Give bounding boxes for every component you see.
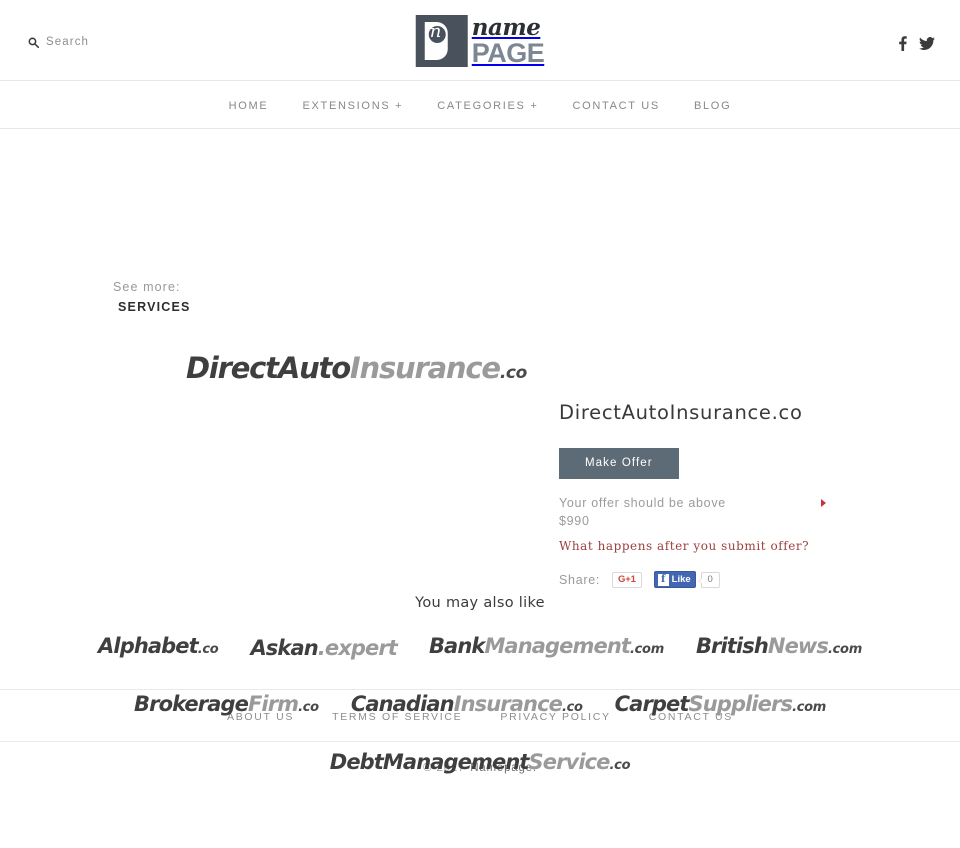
- search-label: Search: [46, 36, 90, 48]
- share-row: Share: G+1 f Like 0: [559, 571, 919, 588]
- wordmark-part: .co: [561, 700, 583, 715]
- wordmark-part: Brokerage: [134, 692, 249, 716]
- wordmark-part: .com: [792, 700, 826, 715]
- wordmark-part: Askan: [250, 636, 318, 660]
- logo-bold-word: PAGE: [471, 37, 545, 68]
- google-plus-share-button[interactable]: G+1: [612, 571, 642, 588]
- facebook-icon: f: [657, 573, 669, 586]
- wordmark-part: Management: [484, 634, 631, 658]
- offer-note-amount: $990: [559, 514, 590, 528]
- wordmark-part: Direct: [186, 351, 279, 385]
- see-more-category-link[interactable]: SERVICES: [118, 300, 191, 314]
- nav-item: HOME: [229, 96, 269, 114]
- nav-list: HOME EXTENSIONS + CATEGORIES + CONTACT U…: [212, 96, 749, 114]
- site-logo[interactable]: n name PAGE: [415, 12, 545, 70]
- logo-mark-icon: n: [415, 15, 468, 67]
- wordmark-part: DebtManagement: [329, 750, 530, 774]
- related-domain-link[interactable]: CanadianInsurance.co: [351, 687, 583, 725]
- related-domain-link[interactable]: CarpetSuppliers.com: [614, 687, 827, 725]
- wordmark-part: British: [695, 634, 769, 658]
- nav-link-home[interactable]: HOME: [229, 100, 269, 112]
- site-header: Search n name PAGE: [0, 0, 960, 81]
- wordmark-part: News: [767, 634, 829, 658]
- search-button[interactable]: Search: [28, 36, 89, 48]
- related-domain-link[interactable]: DebtManagementService.co: [329, 745, 631, 783]
- logo-wordmark: name PAGE: [472, 16, 545, 67]
- nav-item: CONTACT US: [572, 96, 660, 114]
- wordmark-part: .co: [197, 642, 219, 657]
- wordmark-part: .com: [630, 642, 664, 657]
- related-domain-link[interactable]: Alphabet.co: [98, 629, 219, 667]
- what-happens-link[interactable]: What happens after you submit offer?: [559, 539, 919, 553]
- facebook-like-count: 0: [697, 571, 720, 588]
- wordmark-part: Insurance: [453, 692, 563, 716]
- facebook-like-label: Like: [671, 574, 691, 585]
- wordmark-part: Firm: [247, 692, 299, 716]
- arrow-right-icon: [821, 499, 826, 507]
- wordmark-part: .expert: [317, 636, 398, 660]
- page-content: See more: SERVICES DirectAutoInsurance.c…: [0, 129, 960, 774]
- wordmark-part: .co: [298, 700, 319, 715]
- nav-link-categories[interactable]: CATEGORIES +: [437, 100, 538, 112]
- nav-link-blog[interactable]: BLOG: [694, 100, 731, 112]
- main-navigation: HOME EXTENSIONS + CATEGORIES + CONTACT U…: [0, 81, 960, 129]
- also-like-heading: You may also like: [415, 595, 545, 611]
- related-domain-link[interactable]: BritishNews.com: [696, 629, 862, 667]
- domain-hero-logo: DirectAutoInsurance.co: [186, 351, 527, 385]
- wordmark-part: Bank: [428, 634, 485, 658]
- nav-item: EXTENSIONS +: [302, 96, 403, 114]
- nav-link-extensions[interactable]: EXTENSIONS +: [302, 100, 403, 112]
- nav-item: BLOG: [694, 96, 731, 114]
- wordmark-part: Canadian: [350, 692, 455, 716]
- logo-script-word: name: [471, 13, 541, 41]
- social-links: [898, 36, 935, 51]
- related-domain-link[interactable]: BankManagement.com: [429, 629, 664, 667]
- wordmark-part: Suppliers: [688, 692, 793, 716]
- offer-minimum-note: Your offer should be above $990: [559, 494, 826, 530]
- nav-item: CATEGORIES +: [437, 96, 538, 114]
- wordmark-part: Insurance: [349, 351, 501, 385]
- make-offer-button[interactable]: Make Offer: [559, 448, 679, 479]
- wordmark-part: .co: [609, 758, 631, 773]
- listing-section: See more: SERVICES DirectAutoInsurance.c…: [0, 129, 960, 774]
- facebook-icon[interactable]: [898, 36, 907, 51]
- related-domains-list: Alphabet.co Askan.expert BankManagement.co…: [60, 629, 900, 783]
- wordmark-part: Service: [528, 750, 611, 774]
- related-domain-link[interactable]: BrokerageFirm.co: [134, 687, 319, 725]
- wordmark-part: Carpet: [614, 692, 690, 716]
- related-domain-link[interactable]: Askan.expert: [250, 631, 398, 665]
- nav-link-contact-us[interactable]: CONTACT US: [572, 100, 660, 112]
- logo-mark-letter: n: [429, 21, 442, 42]
- offer-note-line-1: Your offer should be above: [559, 496, 726, 510]
- domain-detail-panel: DirectAutoInsurance.co Make Offer Your o…: [559, 401, 919, 588]
- see-more-block: See more: SERVICES: [113, 280, 191, 314]
- wordmark-part: Auto: [277, 351, 351, 385]
- wordmark-part: .com: [828, 642, 862, 657]
- wordmark-part: .co: [499, 363, 527, 383]
- twitter-icon[interactable]: [919, 37, 935, 51]
- facebook-like-button[interactable]: f Like: [653, 571, 696, 588]
- share-label: Share:: [559, 572, 601, 587]
- search-icon[interactable]: [28, 37, 39, 48]
- wordmark-part: Alphabet: [98, 634, 199, 658]
- see-more-label: See more:: [113, 280, 181, 294]
- page-title: DirectAutoInsurance.co: [559, 401, 803, 424]
- facebook-like-group: f Like 0: [653, 571, 720, 588]
